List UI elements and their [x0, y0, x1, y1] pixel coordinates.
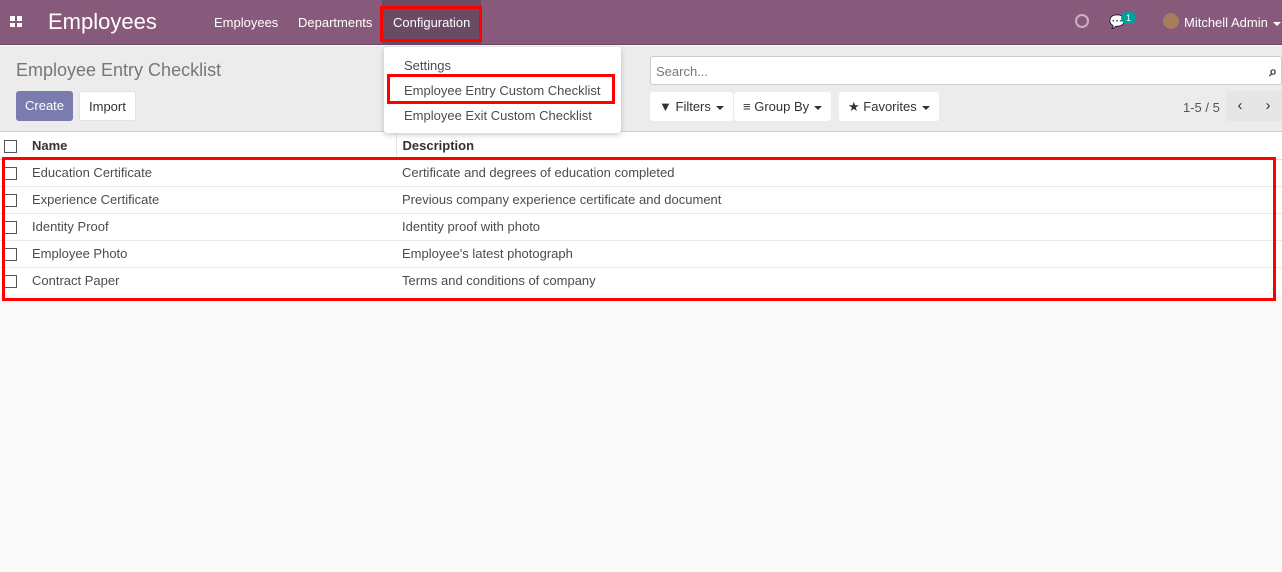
apps-menu-icon[interactable]: [10, 16, 22, 27]
star-icon: ★: [848, 99, 860, 114]
row-checkbox[interactable]: [4, 275, 17, 289]
cell-name[interactable]: Education Certificate: [26, 158, 396, 186]
app-brand[interactable]: Employees: [48, 9, 157, 35]
cell-name[interactable]: Experience Certificate: [26, 185, 396, 213]
row-checkbox[interactable]: [4, 248, 17, 262]
import-button[interactable]: Import: [79, 91, 136, 121]
control-panel: Employee Entry Checklist Create Import S…: [0, 46, 1282, 132]
chat-badge: 1: [1121, 12, 1137, 24]
table-row[interactable]: Employee Photo Employee's latest photogra…: [0, 239, 1282, 267]
row-checkbox[interactable]: [4, 167, 17, 181]
caret-down-icon: [715, 105, 724, 110]
menu-employees[interactable]: Employees: [214, 15, 278, 30]
caret-down-icon: [814, 105, 823, 110]
dropdown-item-exit-checklist[interactable]: Employee Exit Custom Checklist: [404, 108, 592, 123]
group-by-button[interactable]: ≡ Group By: [734, 92, 832, 121]
activity-clock-icon[interactable]: [1075, 14, 1089, 28]
search-input[interactable]: Search... ⌕: [650, 56, 1282, 85]
pager-previous-icon[interactable]: ‹: [1226, 91, 1254, 121]
checklist-table: Name Description Education Certificate Ce…: [0, 132, 1282, 294]
top-navbar: Employees Employees Departments Configur…: [0, 0, 1282, 45]
search-placeholder: Search...: [656, 64, 709, 79]
pager-value[interactable]: 1-5 / 5: [1183, 100, 1220, 115]
row-checkbox[interactable]: [4, 194, 17, 208]
column-name[interactable]: Name: [26, 132, 397, 160]
user-menu[interactable]: Mitchell Admin: [1184, 15, 1281, 30]
search-icon[interactable]: ⌕: [1269, 63, 1277, 80]
row-checkbox[interactable]: [4, 221, 17, 235]
avatar[interactable]: [1163, 13, 1179, 29]
menu-configuration[interactable]: Configuration: [382, 0, 482, 45]
dropdown-item-entry-checklist[interactable]: Employee Entry Custom Checklist: [404, 83, 601, 98]
cell-description[interactable]: Certificate and degrees of education com…: [396, 158, 1282, 186]
filter-icon: ▼: [659, 99, 672, 114]
cell-description[interactable]: Previous company experience certificate …: [396, 185, 1282, 213]
cell-name[interactable]: Identity Proof: [26, 212, 396, 240]
filters-button[interactable]: ▼ Filters: [650, 92, 733, 121]
group-by-label: Group By: [754, 99, 810, 114]
list-icon: ≡: [743, 99, 751, 114]
page-title: Employee Entry Checklist: [16, 60, 222, 80]
table-row[interactable]: Contract Paper Terms and conditions of co…: [0, 266, 1282, 294]
user-name: Mitchell Admin: [1184, 15, 1268, 30]
filters-label: Filters: [675, 99, 711, 114]
favorites-label: Favorites: [863, 99, 917, 114]
cell-description[interactable]: Employee's latest photograph: [396, 239, 1282, 267]
caret-down-icon: [1272, 21, 1281, 26]
cell-description[interactable]: Identity proof with photo: [396, 212, 1282, 240]
pager-next-icon[interactable]: ›: [1254, 91, 1282, 121]
column-description[interactable]: Description: [396, 132, 1282, 160]
dropdown-item-settings[interactable]: Settings: [404, 58, 451, 73]
cell-name[interactable]: Contract Paper: [26, 266, 396, 294]
menu-departments[interactable]: Departments: [298, 15, 372, 30]
configuration-dropdown: Settings Employee Entry Custom Checklist…: [384, 47, 621, 133]
caret-down-icon: [921, 105, 930, 110]
cell-name[interactable]: Employee Photo: [26, 239, 396, 267]
table-row[interactable]: Education Certificate Certificate and deg…: [0, 158, 1282, 186]
table-row[interactable]: Experience Certificate Previous company e…: [0, 185, 1282, 213]
cell-description[interactable]: Terms and conditions of company: [396, 266, 1282, 294]
table-row[interactable]: Identity Proof Identity proof with photo: [0, 212, 1282, 240]
select-all-checkbox[interactable]: [4, 139, 17, 153]
favorites-button[interactable]: ★ Favorites: [839, 92, 939, 121]
create-button[interactable]: Create: [16, 91, 74, 121]
